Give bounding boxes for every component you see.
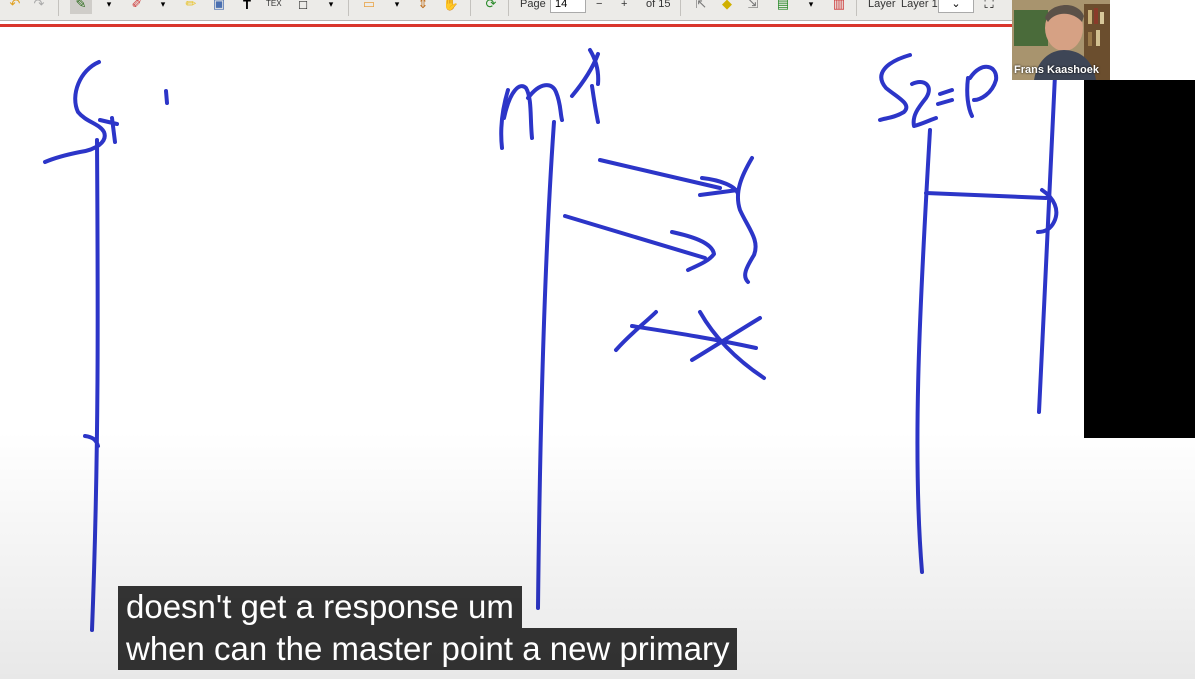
ink-stroke-arrow-2 — [563, 214, 716, 272]
ink-stroke-m-label — [499, 48, 601, 150]
caption-line-2: when can the master point a new primary — [118, 628, 738, 670]
ink-stroke-arrow-3 — [924, 188, 1059, 234]
drawing-canvas[interactable] — [0, 0, 1195, 679]
captions-box: doesn't get a response um when can the m… — [118, 586, 738, 670]
ink-stroke-s1-label — [43, 60, 119, 164]
ink-stroke-m-timeline — [536, 120, 556, 610]
ink-stroke-s2-timeline — [915, 128, 932, 574]
ink-stroke-s2-label — [878, 53, 999, 128]
ink-stroke-arrow-1 — [598, 158, 740, 197]
ink-stroke-p-timeline — [1037, 73, 1057, 414]
ink-stroke-squiggle — [735, 156, 758, 284]
webcam-thumbnail: Frans Kaashoek — [1012, 0, 1110, 80]
presenter-name: Frans Kaashoek — [1014, 64, 1099, 76]
black-video-panel — [1084, 80, 1195, 438]
ink-stroke-s1-timeline — [83, 138, 100, 632]
caption-line-1: doesn't get a response um — [118, 586, 522, 628]
ink-stroke-tick — [164, 89, 169, 105]
ink-stroke-x-mark — [614, 310, 766, 380]
